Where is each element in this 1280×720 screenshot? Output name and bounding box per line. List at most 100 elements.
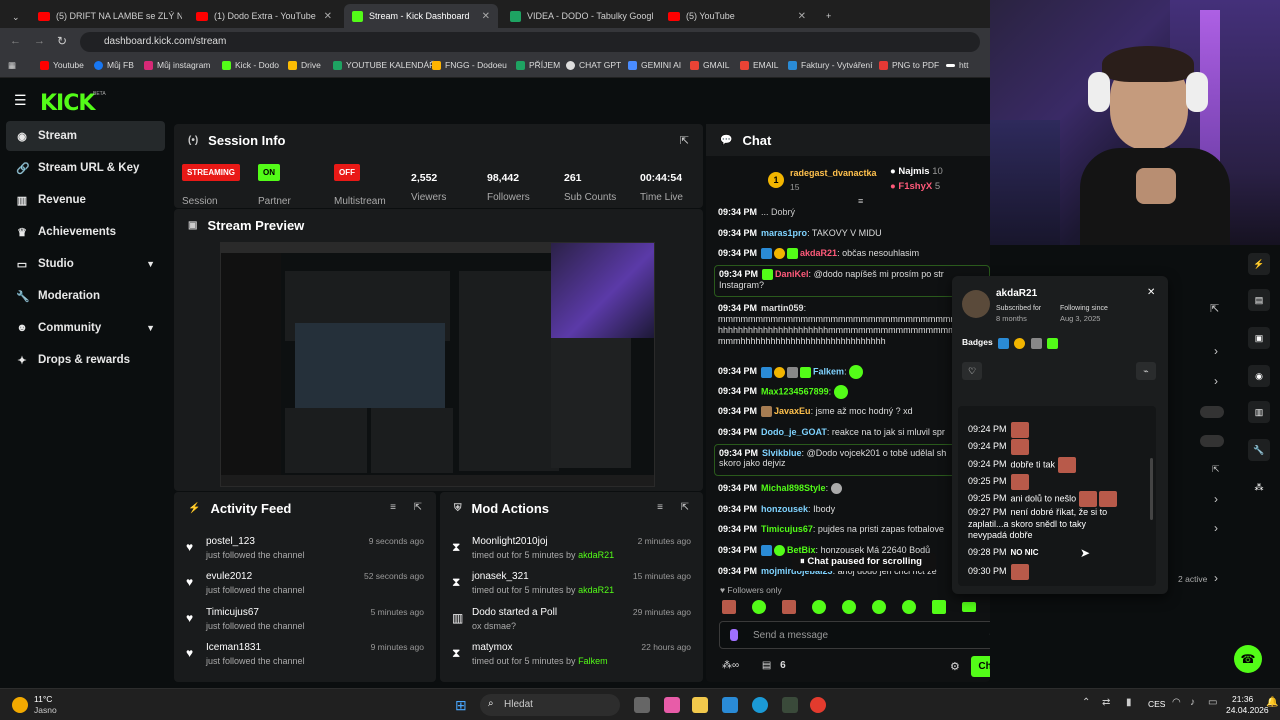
filter-icon[interactable]: ≡ — [657, 502, 663, 513]
filter-icon[interactable]: ≡ — [390, 502, 396, 513]
emote[interactable] — [722, 600, 736, 614]
user-card-name[interactable]: akdaR21 — [996, 288, 1037, 299]
tab-youtube-3[interactable]: (5) YouTube ✕ — [660, 4, 814, 28]
chrome-icon[interactable] — [810, 697, 826, 713]
popout-icon[interactable]: ⇱ — [680, 134, 689, 147]
clock-time[interactable]: 21:36 — [1232, 694, 1253, 704]
bell-icon[interactable]: 🔔 — [1266, 697, 1278, 708]
emote[interactable] — [962, 602, 976, 612]
emote[interactable] — [932, 600, 946, 614]
popout-icon[interactable]: ⇱ — [414, 502, 422, 513]
task-view-icon[interactable] — [634, 697, 650, 713]
sidebar-item-stream-url[interactable]: 🔗 Stream URL & Key — [6, 153, 165, 183]
people-icon[interactable]: ⁂ — [1248, 476, 1270, 498]
scrollbar[interactable] — [1150, 458, 1153, 520]
clock-date[interactable]: 24.04.2026 — [1226, 705, 1269, 715]
close-icon[interactable]: ✕ — [1147, 287, 1155, 298]
edge-icon[interactable] — [752, 697, 768, 713]
tab-sheets[interactable]: VIDEA - DODO - Tabulky Googl...✕ — [502, 4, 654, 28]
emote[interactable] — [752, 600, 766, 614]
chevron-right-icon[interactable]: › — [1214, 571, 1218, 585]
bookmark-fb[interactable]: Můj FB — [94, 60, 134, 70]
infinity-icon[interactable]: ⁂∞ — [722, 660, 739, 671]
outlook-icon[interactable] — [722, 697, 738, 713]
chat-paused-notice[interactable]: ⏸ Chat paused for scrolling — [792, 553, 936, 571]
forward-icon[interactable]: → — [34, 35, 45, 47]
wifi-icon[interactable]: ◠ — [1172, 697, 1181, 708]
close-icon[interactable]: ✕ — [482, 11, 490, 22]
sidebar-item-revenue[interactable]: ▥ Revenue — [6, 185, 165, 215]
sidebar-item-community[interactable]: ☻ Community ▼ — [6, 313, 165, 343]
speaker-icon[interactable]: ♪ — [1190, 697, 1195, 708]
chevron-right-icon[interactable]: › — [1214, 344, 1218, 358]
toggle-switch[interactable] — [1200, 406, 1224, 418]
bookmark-yt-calendar[interactable]: YOUTUBE KALENDÁŘ — [333, 60, 435, 70]
kick-logo[interactable]: KICK — [40, 91, 95, 116]
language-indicator[interactable]: CES — [1148, 699, 1165, 709]
chevron-right-icon[interactable]: › — [1214, 492, 1218, 506]
sidebar-item-drops[interactable]: ✦ Drops & rewards — [6, 345, 165, 375]
bookmark-more[interactable]: htt — [946, 60, 968, 70]
chat-bubble-icon[interactable]: ▣ — [1248, 327, 1270, 349]
copilot-icon[interactable] — [664, 697, 680, 713]
sidebar-item-stream[interactable]: ◉ Stream — [6, 121, 165, 151]
network-icon[interactable]: ⇄ — [1102, 697, 1110, 708]
bookmark-email[interactable]: EMAIL — [740, 60, 779, 70]
support-icon[interactable]: ☎ — [1234, 645, 1262, 673]
tab-youtube-2[interactable]: (1) Dodo Extra - YouTube ✕ — [188, 4, 340, 28]
stream-preview-video[interactable] — [220, 242, 655, 487]
sidebar-item-moderation[interactable]: 🔧 Moderation — [6, 281, 165, 311]
bookmark-png-pdf[interactable]: PNG to PDF — [879, 60, 939, 70]
sidebar-item-studio[interactable]: ▭ Studio ▼ — [6, 249, 165, 279]
document-icon[interactable]: ▤ — [1248, 289, 1270, 311]
emote[interactable] — [872, 600, 886, 614]
bookmark-instagram[interactable]: Můj instagram — [144, 60, 210, 70]
emote[interactable] — [902, 600, 916, 614]
tab-youtube-1[interactable]: (5) DRIFT NA LAMBE se ZLÝ N...✕ — [30, 4, 182, 28]
windows-start-icon[interactable]: ⊞ — [455, 697, 467, 714]
wrench-icon[interactable]: 🔧 — [1248, 439, 1270, 461]
bookmark-fngg[interactable]: FNGG - Dodoeu — [432, 60, 507, 70]
popout-icon[interactable]: ⇱ — [1212, 464, 1220, 475]
emote[interactable] — [842, 600, 856, 614]
reload-icon[interactable]: ↻ — [57, 34, 67, 48]
broadcast-icon[interactable]: ◉ — [1248, 365, 1270, 387]
taskbar-search[interactable]: ⌕ Hledat — [480, 694, 620, 716]
close-icon[interactable]: ✕ — [798, 11, 806, 22]
gift-icon[interactable]: ▤ — [762, 660, 771, 671]
menu-icon[interactable]: ☰ — [14, 92, 27, 109]
bookmark-drive[interactable]: Drive — [288, 60, 321, 70]
chevron-right-icon[interactable]: › — [1214, 374, 1218, 388]
bookmark-faktury[interactable]: Faktury - Vytváření — [788, 60, 872, 70]
new-tab-button[interactable]: + — [818, 4, 840, 28]
popout-icon[interactable]: ⇱ — [681, 502, 689, 513]
bolt-icon[interactable]: ⚡ — [1248, 253, 1270, 275]
close-icon[interactable]: ✕ — [324, 11, 332, 22]
folder-icon[interactable] — [692, 697, 708, 713]
heart-icon[interactable]: ♡ — [962, 362, 982, 380]
tab-list-button[interactable]: ⌄ — [4, 5, 26, 29]
toggle-switch[interactable] — [1200, 435, 1224, 447]
apps-icon[interactable]: ▦ — [8, 60, 16, 71]
bookmark-prijem[interactable]: PŘÍJEM — [516, 60, 560, 70]
gear-icon[interactable]: ⚙ — [950, 660, 960, 673]
excel-icon[interactable] — [782, 697, 798, 713]
expand-icon[interactable]: ≡ — [858, 196, 863, 206]
emote[interactable] — [812, 600, 826, 614]
bookmark-youtube[interactable]: Youtube — [40, 60, 84, 70]
bookmark-chatgpt[interactable]: CHAT GPT — [566, 60, 621, 70]
save-icon[interactable]: ▥ — [1248, 401, 1270, 423]
chevron-right-icon[interactable]: › — [1214, 521, 1218, 535]
popout-icon[interactable]: ⇱ — [1210, 302, 1219, 315]
url-field[interactable]: dashboard.kick.com/stream — [80, 32, 980, 52]
battery-status-icon[interactable]: ▭ — [1208, 697, 1217, 708]
bookmark-gemini[interactable]: GEMINI AI — [628, 60, 681, 70]
chevron-up-icon[interactable]: ⌃ — [1082, 697, 1090, 708]
emote[interactable] — [782, 600, 796, 614]
chat-input[interactable]: Send a message ☻ — [719, 621, 1009, 649]
tab-kick-dashboard[interactable]: Stream - Kick Dashboard ✕ — [344, 4, 498, 28]
bookmark-gmail[interactable]: GMAIL — [690, 60, 729, 70]
bookmark-kick[interactable]: Kick - Dodo — [222, 60, 279, 70]
sidebar-item-achievements[interactable]: ♛ Achievements — [6, 217, 165, 247]
back-icon[interactable]: ← — [10, 35, 21, 47]
